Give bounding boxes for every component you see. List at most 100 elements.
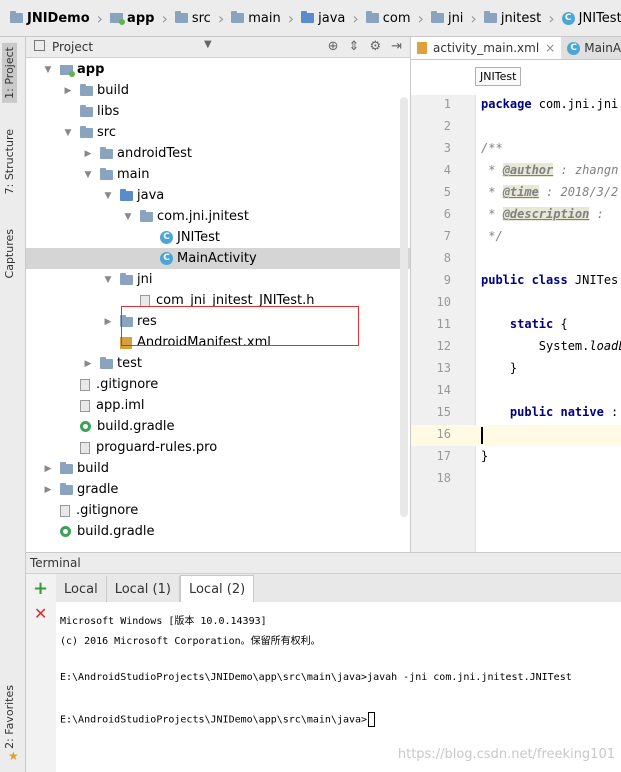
tree-item[interactable]: proguard-rules.pro	[26, 437, 410, 458]
project-view-selector[interactable]: Project	[52, 40, 93, 54]
tree-item-label: test	[117, 356, 142, 371]
terminal-tab-local-1[interactable]: Local (1)	[107, 576, 180, 602]
tree-item[interactable]: ▶ build	[26, 80, 410, 101]
tree-item[interactable]: com_jni_jnitest_JNITest.h	[26, 290, 410, 311]
folder-icon	[231, 11, 245, 23]
module-icon	[60, 64, 75, 77]
expand-down-icon[interactable]: ▼	[82, 170, 94, 180]
tab-activity-main-xml[interactable]: activity_main.xml ×	[411, 37, 562, 59]
expand-down-icon[interactable]: ▼	[62, 128, 74, 138]
breadcrumb-item-com[interactable]: com	[362, 0, 415, 36]
tree-item[interactable]: build.gradle	[26, 416, 410, 437]
tree-item-label: jni	[137, 272, 153, 287]
expand-down-icon[interactable]: ▼	[122, 212, 134, 222]
tree-item-label: main	[117, 167, 150, 182]
class-icon: C	[160, 252, 173, 265]
tree-item[interactable]: .gitignore	[26, 374, 410, 395]
tree-item-label: .gitignore	[96, 377, 159, 392]
breadcrumb-item-java[interactable]: java	[297, 0, 349, 36]
breadcrumb-item-src[interactable]: src	[171, 0, 215, 36]
expand-down-icon[interactable]: ▼	[42, 65, 54, 75]
code-line: public native :	[509, 405, 619, 419]
project-tool-tab[interactable]: 1: Project	[2, 43, 17, 103]
close-session-icon[interactable]: ✕	[34, 604, 47, 623]
tree-item-label: res	[137, 314, 157, 329]
line-number: 11	[436, 317, 451, 331]
tree-item[interactable]: ▶ res	[26, 311, 410, 332]
tree-item[interactable]: ▼ jni	[26, 269, 410, 290]
code-line: static {	[509, 317, 568, 331]
tree-item-label: build.gradle	[97, 419, 175, 434]
line-number: 2	[443, 119, 451, 133]
project-tree-scrollbar[interactable]	[400, 97, 408, 517]
tab-main-activity[interactable]: C MainA	[561, 37, 621, 59]
tree-item[interactable]: C MainActivity	[26, 248, 410, 269]
expand-down-icon[interactable]: ▼	[102, 275, 114, 285]
favorites-tool-tab[interactable]: 2: Favorites	[3, 685, 16, 749]
breadcrumb-item-jni[interactable]: jni	[427, 0, 467, 36]
tree-item-label: gradle	[77, 482, 119, 497]
line-number: 15	[436, 405, 451, 419]
terminal-tab-local-2[interactable]: Local (2)	[179, 575, 255, 602]
gear-icon[interactable]: ⚙	[369, 39, 381, 54]
terminal-tab-local[interactable]: Local	[56, 576, 107, 602]
code-line: public class JNITes	[481, 273, 619, 287]
breadcrumb-item-app[interactable]: app	[106, 0, 158, 36]
add-session-icon[interactable]: +	[33, 578, 48, 599]
breadcrumb-item-main[interactable]: main	[227, 0, 284, 36]
code-line: * @author : zhangn	[481, 163, 619, 177]
collapse-all-icon[interactable]: ⇕	[349, 39, 360, 54]
terminal-side-toolbar: + ✕	[26, 574, 57, 772]
expand-down-icon[interactable]: ▼	[102, 191, 114, 201]
line-number: 18	[436, 471, 451, 485]
chevron-right-icon: ›	[217, 8, 225, 28]
tree-item[interactable]: app.iml	[26, 395, 410, 416]
hide-panel-icon[interactable]: ⇥	[391, 39, 402, 54]
code-line: }	[481, 449, 489, 463]
tree-item[interactable]: ▶ test	[26, 353, 410, 374]
terminal-line: (c) 2016 Microsoft Corporation。保留所有权利。	[60, 636, 321, 647]
breadcrumb-item-jnitest[interactable]: jnitest	[480, 0, 545, 36]
file-icon	[60, 504, 70, 517]
expand-right-icon[interactable]: ▶	[42, 485, 54, 495]
tree-item[interactable]: .gitignore	[26, 500, 410, 521]
class-icon: C	[160, 231, 173, 244]
code-line: * @description :	[481, 207, 604, 221]
tree-item[interactable]: libs	[26, 101, 410, 122]
line-number: 3	[443, 141, 451, 155]
expand-right-icon[interactable]: ▶	[102, 317, 114, 327]
tree-item[interactable]: ▶ gradle	[26, 479, 410, 500]
tree-item[interactable]: ▼ com.jni.jnitest	[26, 206, 410, 227]
breadcrumb-item-class[interactable]: C JNITest	[558, 0, 621, 36]
close-icon[interactable]: ×	[545, 41, 555, 55]
tree-item[interactable]: ▼ src	[26, 122, 410, 143]
gradle-icon	[80, 421, 91, 432]
tree-item[interactable]: C JNITest	[26, 227, 410, 248]
package-icon	[365, 11, 379, 23]
expand-right-icon[interactable]: ▶	[82, 359, 94, 369]
locate-icon[interactable]: ⊕	[328, 39, 339, 54]
file-icon	[80, 441, 90, 454]
breadcrumb-item-project[interactable]: JNIDemo	[6, 0, 94, 36]
captures-tool-tab[interactable]: Captures	[3, 229, 16, 278]
tree-item[interactable]: AndroidManifest.xml	[26, 332, 410, 353]
expand-right-icon[interactable]: ▶	[42, 464, 54, 474]
tree-item[interactable]: build.gradle	[26, 521, 410, 542]
chevron-down-icon[interactable]: ▼	[204, 39, 212, 50]
chevron-right-icon: ›	[548, 8, 555, 28]
chevron-right-icon: ›	[96, 8, 104, 28]
expand-right-icon[interactable]: ▶	[82, 149, 94, 159]
structure-tool-tab[interactable]: 7: Structure	[3, 129, 16, 194]
line-number: 13	[436, 361, 451, 375]
tree-item[interactable]: ▶ androidTest	[26, 143, 410, 164]
tree-item[interactable]: ▼ app	[26, 59, 410, 80]
tree-item[interactable]: ▶ build	[26, 458, 410, 479]
left-tool-strip: 1: Project 7: Structure Captures 2: Favo…	[0, 37, 26, 772]
tree-item-label: JNITest	[177, 230, 220, 245]
expand-right-icon[interactable]: ▶	[62, 86, 74, 96]
tree-item[interactable]: ▼ main	[26, 164, 410, 185]
tree-item[interactable]: ▼ java	[26, 185, 410, 206]
line-number: 6	[443, 207, 451, 221]
xml-file-icon	[417, 42, 427, 54]
star-icon: ★	[8, 749, 19, 763]
